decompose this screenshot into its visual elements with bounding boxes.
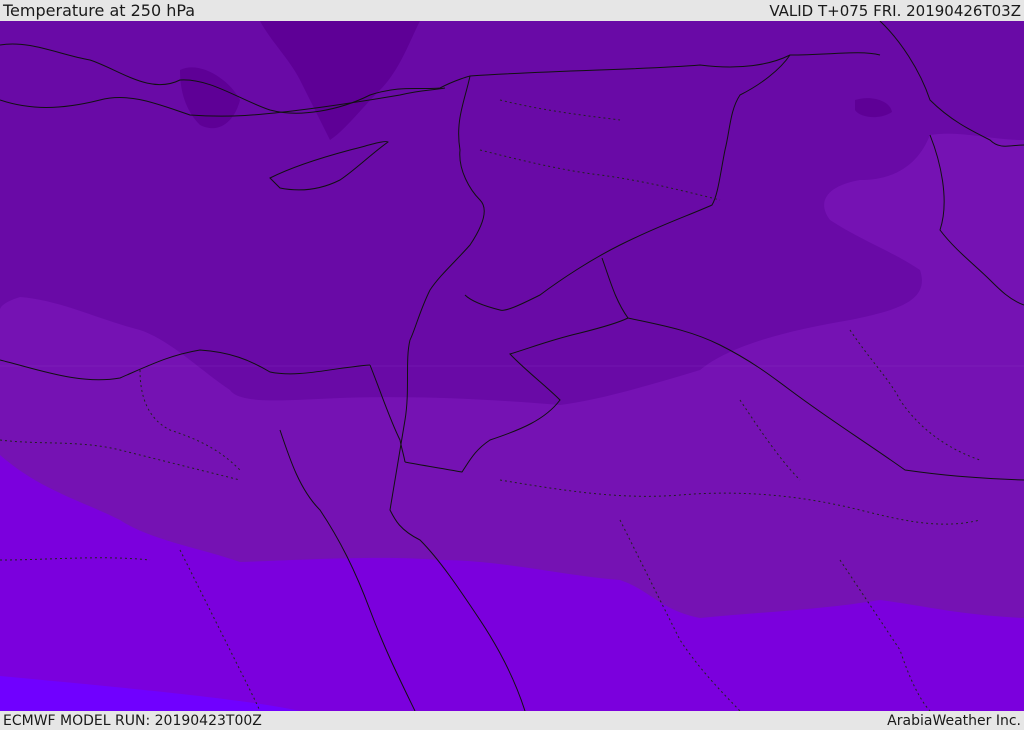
model-run: ECMWF MODEL RUN: 20190423T00Z [3, 713, 262, 729]
map-title: Temperature at 250 hPa [3, 1, 196, 20]
valid-time: VALID T+075 FRI. 20190426T03Z [769, 2, 1021, 20]
temperature-map[interactable] [0, 21, 1024, 711]
credit: ArabiaWeather Inc. [887, 713, 1021, 729]
header-bar: Temperature at 250 hPa VALID T+075 FRI. … [0, 0, 1024, 21]
footer-bar: ECMWF MODEL RUN: 20190423T00Z ArabiaWeat… [0, 711, 1024, 729]
